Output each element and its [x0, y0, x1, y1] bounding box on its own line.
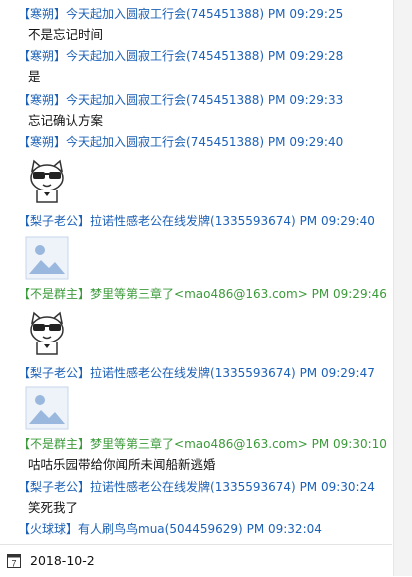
group-name: 梦里等第三章了<mao486@163.com>: [90, 437, 308, 451]
timestamp: PM 09:30:10: [311, 437, 387, 451]
message-header: 【寒朔】今天起加入圆寂工行会(745451388) PM 09:29:25: [18, 6, 343, 22]
sender-name[interactable]: 【寒朔】: [18, 7, 66, 21]
cat-sticker-icon[interactable]: [25, 158, 69, 204]
timestamp: PM 09:29:40: [267, 135, 344, 149]
group-name: 今天起加入圆寂工行会(745451388): [66, 93, 265, 107]
timestamp: PM 09:29:25: [267, 7, 344, 21]
calendar-icon[interactable]: 7: [7, 554, 21, 568]
message-text: 咕咕乐园带给你闻所未闻船新逃婚: [28, 457, 216, 472]
image-placeholder-icon[interactable]: [25, 386, 69, 430]
group-name: 有人刷鸟鸟mua(504459629): [78, 522, 243, 536]
sender-name[interactable]: 【梨子老公】: [18, 480, 90, 494]
timestamp: PM 09:29:33: [267, 93, 344, 107]
group-name: 拉诺性感老公在线发牌(1335593674): [90, 366, 296, 380]
timestamp: PM 09:29:46: [311, 287, 387, 301]
timestamp: PM 09:30:24: [299, 480, 375, 494]
sender-name[interactable]: 【不是群主】: [18, 287, 90, 301]
sender-name[interactable]: 【梨子老公】: [18, 214, 90, 228]
timestamp: PM 09:29:47: [299, 366, 375, 380]
sender-name[interactable]: 【寒朔】: [18, 93, 66, 107]
timestamp: PM 09:29:28: [267, 49, 344, 63]
message-text: 忘记确认方案: [28, 113, 104, 128]
sender-name[interactable]: 【火球球】: [18, 522, 78, 536]
timestamp: PM 09:29:40: [299, 214, 375, 228]
scrollbar[interactable]: [393, 0, 412, 576]
group-name: 今天起加入圆寂工行会(745451388): [66, 49, 265, 63]
group-name: 梦里等第三章了<mao486@163.com>: [90, 287, 308, 301]
date-footer: 7 2018-10-2: [0, 544, 392, 577]
message-text: 笑死我了: [28, 500, 79, 515]
sender-name[interactable]: 【不是群主】: [18, 437, 90, 451]
message-header: 【梨子老公】拉诺性感老公在线发牌(1335593674) PM 09:30:24: [18, 479, 375, 495]
message-header: 【不是群主】梦里等第三章了<mao486@163.com> PM 09:30:1…: [18, 436, 387, 452]
message-header: 【火球球】有人刷鸟鸟mua(504459629) PM 09:32:04: [18, 521, 322, 537]
message-header: 【梨子老公】拉诺性感老公在线发牌(1335593674) PM 09:29:40: [18, 213, 375, 229]
sender-name[interactable]: 【寒朔】: [18, 135, 66, 149]
message-header: 【梨子老公】拉诺性感老公在线发牌(1335593674) PM 09:29:47: [18, 365, 375, 381]
message-header: 【寒朔】今天起加入圆寂工行会(745451388) PM 09:29:33: [18, 92, 343, 108]
chat-log: 【寒朔】今天起加入圆寂工行会(745451388) PM 09:29:25 不是…: [0, 0, 392, 542]
sender-name[interactable]: 【梨子老公】: [18, 366, 90, 380]
message-text: 是: [28, 69, 41, 84]
group-name: 今天起加入圆寂工行会(745451388): [66, 7, 265, 21]
group-name: 今天起加入圆寂工行会(745451388): [66, 135, 265, 149]
message-header: 【寒朔】今天起加入圆寂工行会(745451388) PM 09:29:40: [18, 134, 343, 150]
message-header: 【寒朔】今天起加入圆寂工行会(745451388) PM 09:29:28: [18, 48, 343, 64]
group-name: 拉诺性感老公在线发牌(1335593674): [90, 214, 296, 228]
image-placeholder-icon[interactable]: [25, 236, 69, 280]
sender-name[interactable]: 【寒朔】: [18, 49, 66, 63]
cat-sticker-icon[interactable]: [25, 310, 69, 356]
message-text: 不是忘记时间: [28, 27, 104, 42]
timestamp: PM 09:32:04: [246, 522, 322, 536]
group-name: 拉诺性感老公在线发牌(1335593674): [90, 480, 296, 494]
date-label: 2018-10-2: [30, 553, 95, 568]
message-header: 【不是群主】梦里等第三章了<mao486@163.com> PM 09:29:4…: [18, 286, 387, 302]
calendar-icon-digit: 7: [11, 559, 16, 569]
